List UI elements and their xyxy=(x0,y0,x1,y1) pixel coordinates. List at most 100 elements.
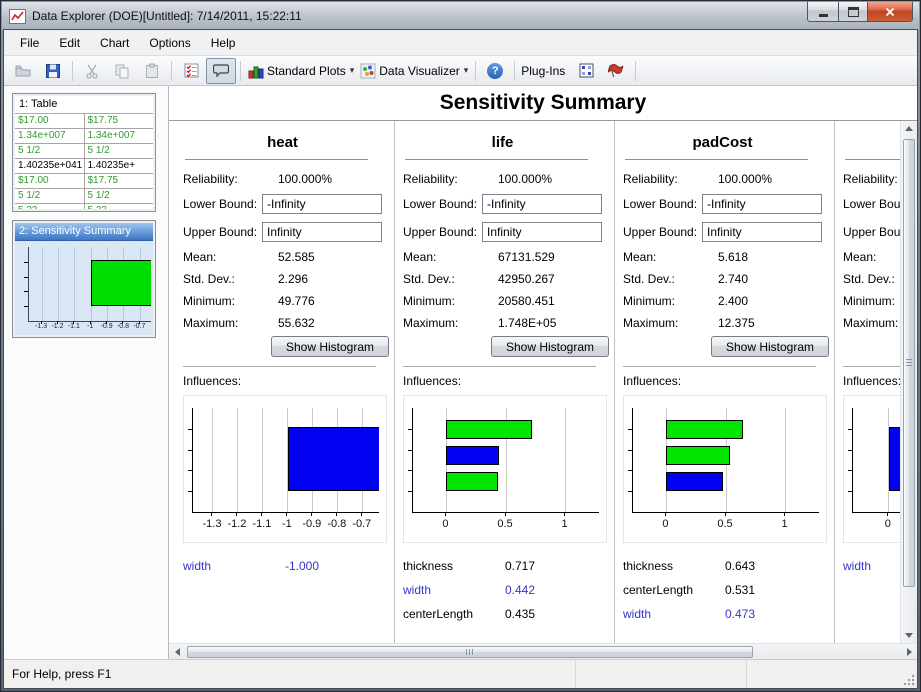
bound-input[interactable] xyxy=(702,222,822,242)
status-text: For Help, press F1 xyxy=(4,667,111,681)
table-cell: $17.00 xyxy=(15,114,84,128)
bound-input[interactable] xyxy=(482,194,602,214)
stat-label: Upper Bound: xyxy=(183,225,262,239)
maximize-button[interactable] xyxy=(839,2,867,22)
influence-row[interactable]: centerLength0.531 xyxy=(623,578,822,602)
bound-input[interactable] xyxy=(482,222,602,242)
x-tick xyxy=(887,512,888,516)
y-tick xyxy=(24,306,28,307)
table-row: 5 1/25 1/2 xyxy=(15,189,153,204)
horizontal-scrollbar[interactable] xyxy=(169,643,917,659)
bound-input[interactable] xyxy=(702,194,822,214)
scroll-up-button[interactable] xyxy=(901,121,917,136)
column-title-divider xyxy=(625,159,808,160)
stat-label: Lower Bound: xyxy=(843,197,900,211)
main-panel: Sensitivity Summary heat Reliability:100… xyxy=(169,86,917,659)
scroll-down-button[interactable] xyxy=(901,628,917,643)
influence-param: width xyxy=(623,607,725,621)
stats-list: Reliability:100.000%Lower Bound:Upper Bo… xyxy=(403,168,602,334)
status-pane xyxy=(575,660,746,688)
menu-chart[interactable]: Chart xyxy=(90,31,139,55)
minimize-button[interactable] xyxy=(807,2,839,22)
stat-row: Upper Bound: xyxy=(183,218,382,246)
influence-row[interactable]: width xyxy=(843,554,900,578)
thumbnail-table[interactable]: 1: Table $17.00$17.751.34e+0071.34e+0075… xyxy=(12,93,156,212)
stat-value: 2.400 xyxy=(718,294,748,308)
table-cell: 1.34e+007 xyxy=(84,129,154,143)
influence-row[interactable]: centerLength0.435 xyxy=(403,602,602,626)
stat-row: Minimum:20580.451 xyxy=(403,290,602,312)
influence-row[interactable]: thickness0.717 xyxy=(403,554,602,578)
title-bar[interactable]: Data Explorer (DOE)[Untitled]: 7/14/2011… xyxy=(2,2,919,30)
save-icon xyxy=(45,63,61,79)
stat-label: Lower Bound: xyxy=(183,197,262,211)
gridline xyxy=(237,408,238,512)
menu-file[interactable]: File xyxy=(10,31,49,55)
y-tick xyxy=(188,491,192,492)
stat-row: Mean:67131.529 xyxy=(403,246,602,268)
resize-grip[interactable] xyxy=(902,673,914,685)
flag-icon xyxy=(608,63,624,78)
stat-label: Reliability: xyxy=(183,172,271,186)
data-visualizer-button[interactable]: Data Visualizer ▾ xyxy=(357,58,471,84)
stat-row: Lower Bound: xyxy=(183,190,382,218)
close-button[interactable] xyxy=(867,2,913,22)
plugin-grid-button[interactable] xyxy=(571,58,601,84)
menu-help[interactable]: Help xyxy=(201,31,246,55)
histogram-button-row: Show Histogram xyxy=(843,336,900,358)
influence-row[interactable]: thickness0.643 xyxy=(623,554,822,578)
comment-button[interactable] xyxy=(206,58,236,84)
table-row: 5.235.23 xyxy=(15,204,153,209)
stat-value: 5.618 xyxy=(718,250,748,264)
influence-param: width xyxy=(843,559,900,573)
influence-param: width xyxy=(183,559,285,573)
thumbnail-sensitivity-summary[interactable]: 2: Sensitivity Summary -1.3-1.2-1.1-1-0.… xyxy=(12,220,156,338)
x-tick xyxy=(311,512,312,516)
toolbar-separator xyxy=(475,61,476,81)
show-histogram-button[interactable]: Show Histogram xyxy=(711,336,829,357)
output-column: Reliability:Lower Bound:Upper Bound:Mean… xyxy=(835,121,900,643)
show-histogram-button[interactable]: Show Histogram xyxy=(491,336,609,357)
scroll-left-button[interactable] xyxy=(169,644,185,659)
influence-param: thickness xyxy=(403,559,505,573)
bound-input[interactable] xyxy=(262,194,382,214)
gridline xyxy=(785,408,786,512)
app-window: Data Explorer (DOE)[Untitled]: 7/14/2011… xyxy=(0,0,921,692)
open-button[interactable] xyxy=(8,58,38,84)
stat-row: Reliability:100.000% xyxy=(623,168,822,190)
stat-label: Upper Bound: xyxy=(403,225,482,239)
cut-button[interactable] xyxy=(77,58,107,84)
stat-row: Minimum:2.400 xyxy=(623,290,822,312)
table-cell: 5 1/2 xyxy=(15,189,84,203)
help-button[interactable]: ? xyxy=(480,58,510,84)
stat-value: 20580.451 xyxy=(498,294,555,308)
table-cell: 1.40235e+041 xyxy=(15,159,84,173)
checklist-button[interactable] xyxy=(176,58,206,84)
stat-label: Maximum: xyxy=(843,316,900,330)
stat-row: Upper Bound: xyxy=(623,218,822,246)
paste-button[interactable] xyxy=(137,58,167,84)
menu-bar: FileEditChartOptionsHelp xyxy=(4,30,917,56)
standard-plots-button[interactable]: Standard Plots ▾ xyxy=(245,58,357,84)
bound-input[interactable] xyxy=(262,222,382,242)
vertical-scrollbar[interactable] xyxy=(900,121,917,643)
save-button[interactable] xyxy=(38,58,68,84)
plugin-flag-button[interactable] xyxy=(601,58,631,84)
copy-button[interactable] xyxy=(107,58,137,84)
page-title: Sensitivity Summary xyxy=(440,91,647,115)
chart-plot-area xyxy=(28,247,151,322)
influence-row[interactable]: width-1.000 xyxy=(183,554,382,578)
horizontal-scroll-thumb[interactable] xyxy=(187,646,753,658)
menu-edit[interactable]: Edit xyxy=(49,31,90,55)
influence-chart: -1.3-1.2-1.1-1-0.9-0.8-0.7 xyxy=(183,395,387,543)
vertical-scroll-thumb[interactable] xyxy=(903,139,915,587)
menu-options[interactable]: Options xyxy=(139,31,200,55)
y-tick xyxy=(628,491,632,492)
mini-table: $17.00$17.751.34e+0071.34e+0075 1/25 1/2… xyxy=(15,114,153,209)
influence-chart: 00.51 xyxy=(623,395,827,543)
influence-row[interactable]: width0.473 xyxy=(623,602,822,626)
influence-row[interactable]: width0.442 xyxy=(403,578,602,602)
y-tick xyxy=(848,450,852,451)
scroll-right-button[interactable] xyxy=(901,644,917,659)
show-histogram-button[interactable]: Show Histogram xyxy=(271,336,389,357)
